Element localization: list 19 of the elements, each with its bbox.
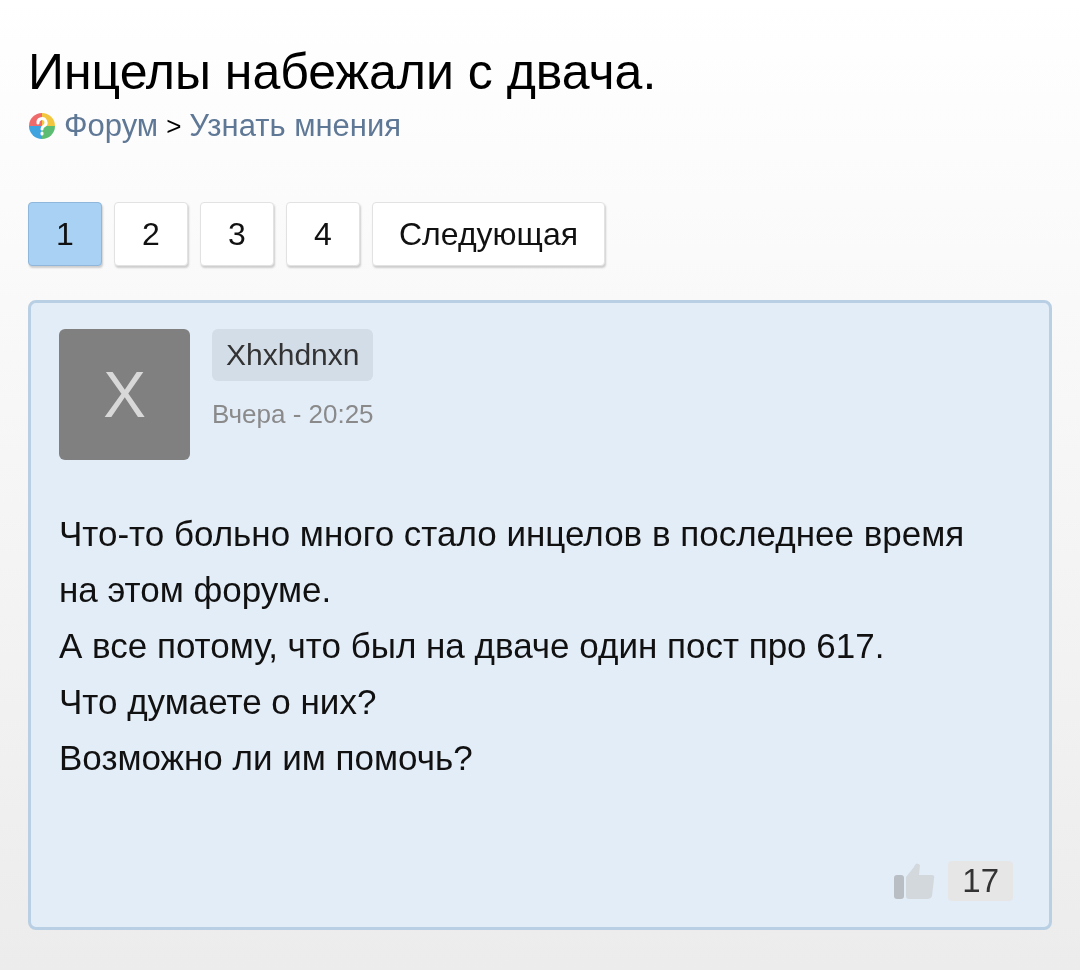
help-icon [28,112,56,140]
breadcrumb-link[interactable]: Форум [64,106,159,146]
post-text: Что думаете о них? [59,681,378,723]
page-button[interactable]: 1 [28,202,102,266]
post-text: А все потому, что был на дваче один пост про 617. [59,625,886,667]
page-button[interactable]: 2 [114,202,188,266]
post-text: Что-то больно много стало инцелов в последнее время на этом форуме. [59,513,966,611]
page-button[interactable]: 3 [200,202,274,266]
page-button[interactable]: 4 [286,202,360,266]
author-name[interactable]: Xhxhdnxn [212,329,374,381]
avatar: X [59,329,190,460]
breadcrumb-separator: > [166,110,182,143]
thumbs-up-icon[interactable] [892,861,937,901]
page-title: Инцелы набежали с двача. [28,43,658,102]
next-page-button[interactable]: Следующая [372,202,605,266]
breadcrumb-link[interactable]: Узнать мнения [189,106,402,146]
post-text: Возможно ли им помочь? [59,737,474,779]
post-time: Вчера - 20:25 [212,398,374,431]
like-count: 17 [948,861,1013,901]
